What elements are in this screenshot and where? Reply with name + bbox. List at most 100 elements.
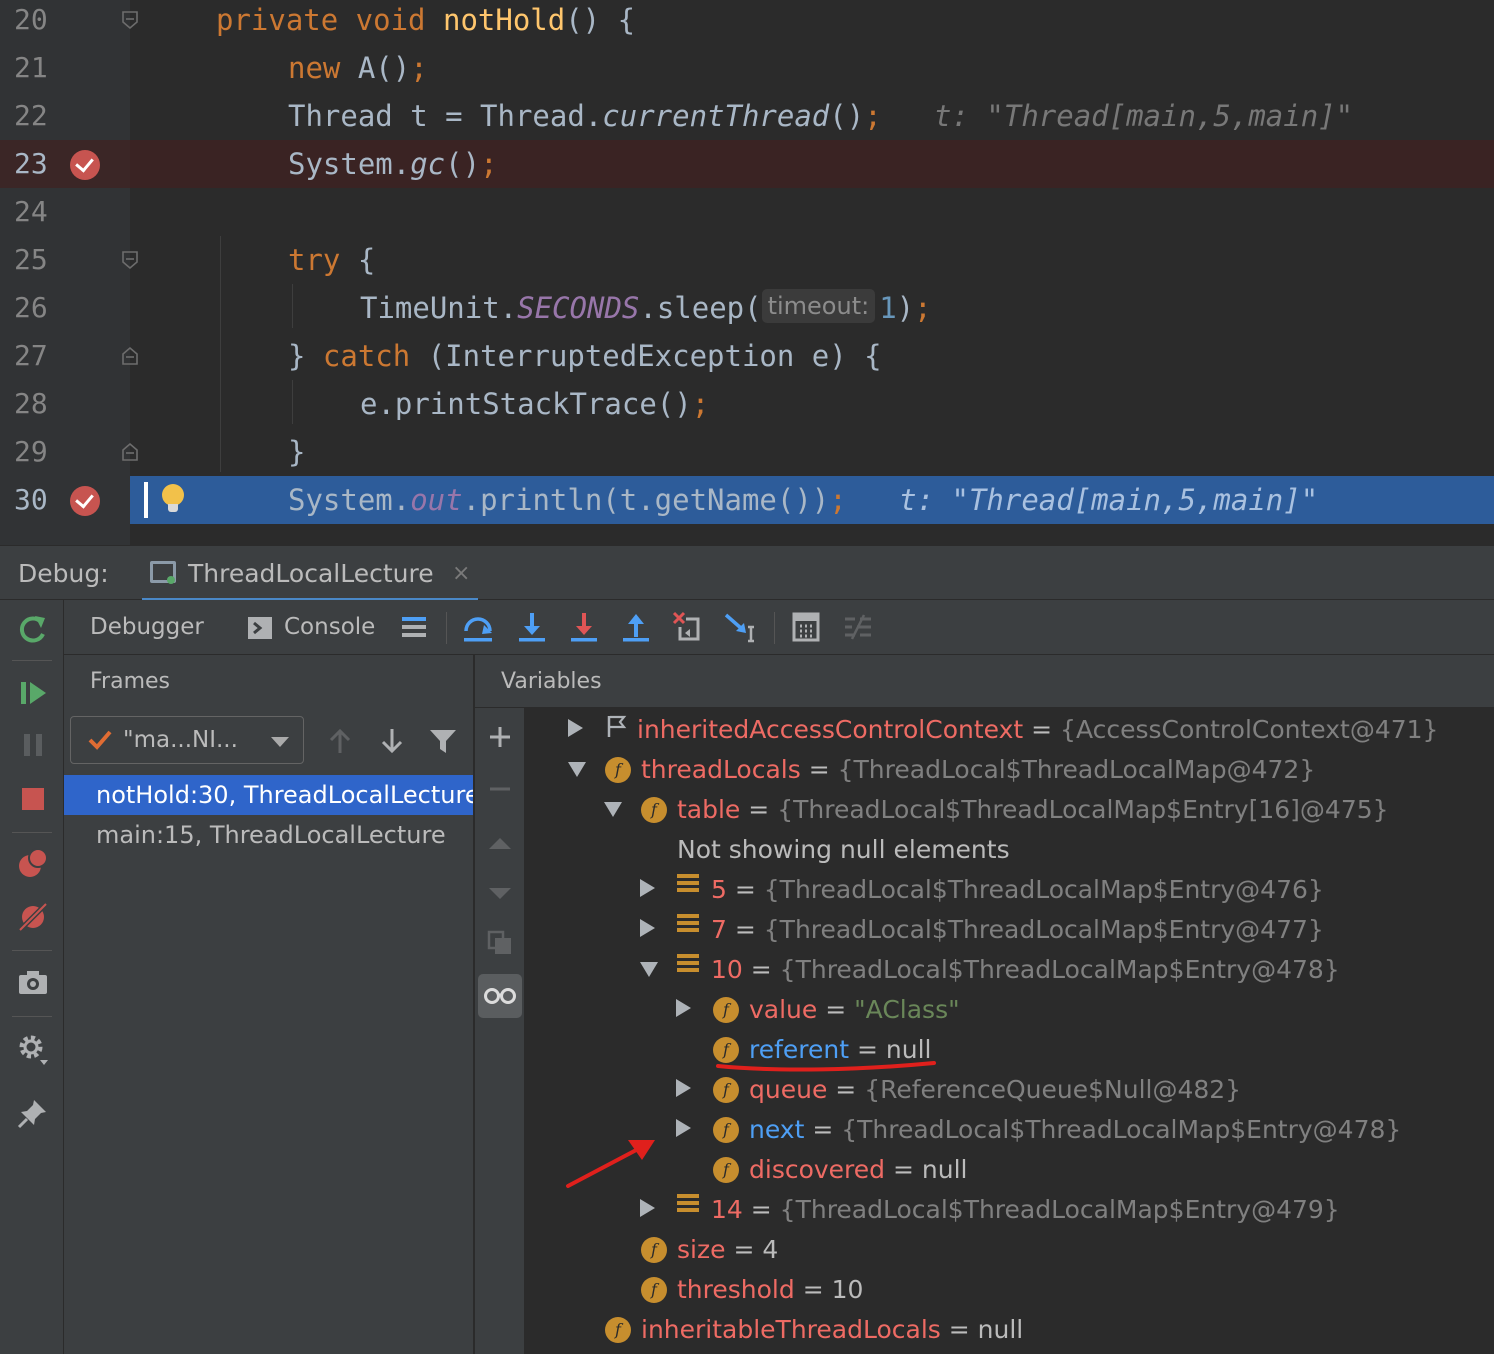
expand-arrow-icon[interactable] xyxy=(640,1199,655,1217)
code-line-breakpoint[interactable]: 23 System.gc(); xyxy=(0,140,1494,188)
code-line-current-execution[interactable]: 30 System.out.println(t.getName()); t: "… xyxy=(0,476,1494,524)
view-breakpoints-icon[interactable] xyxy=(14,844,52,882)
next-frame-arrow-icon[interactable] xyxy=(378,727,406,755)
variable-row[interactable]: 5 = {ThreadLocal$ThreadLocalMap$Entry@47… xyxy=(640,870,1324,910)
variable-row[interactable]: 10 = {ThreadLocal$ThreadLocalMap$Entry@4… xyxy=(640,950,1340,990)
code-text: new A(); xyxy=(288,51,428,85)
collapse-arrow-icon[interactable] xyxy=(604,802,622,817)
variable-row[interactable]: f value = "AClass" xyxy=(676,990,960,1030)
step-over-icon[interactable] xyxy=(460,609,496,645)
line-number: 20 xyxy=(14,3,48,36)
filter-icon[interactable] xyxy=(428,727,458,755)
variable-row[interactable]: 14 = {ThreadLocal$ThreadLocalMap$Entry@4… xyxy=(640,1190,1340,1230)
expand-arrow-icon[interactable] xyxy=(568,719,583,737)
array-element-icon xyxy=(677,1194,699,1216)
expand-arrow-icon[interactable] xyxy=(640,879,655,897)
tab-debugger[interactable]: Debugger xyxy=(64,600,222,659)
code-line[interactable]: 21 new A(); xyxy=(0,44,1494,92)
rerun-icon[interactable] xyxy=(14,610,52,648)
expand-arrow-icon[interactable] xyxy=(676,1079,691,1097)
code-line[interactable]: 28 e.printStackTrace(); xyxy=(0,380,1494,428)
force-step-into-icon[interactable] xyxy=(566,609,602,645)
variable-row[interactable]: f threshold = 10 xyxy=(641,1270,863,1310)
variable-row[interactable]: 7 = {ThreadLocal$ThreadLocalMap$Entry@47… xyxy=(640,910,1324,950)
code-line[interactable]: 29 } xyxy=(0,428,1494,476)
run-to-cursor-icon[interactable] xyxy=(722,609,758,645)
code-line[interactable]: 22 Thread t = Thread.currentThread(); t:… xyxy=(0,92,1494,140)
drop-frame-icon[interactable] xyxy=(670,609,706,645)
evaluate-expression-icon[interactable] xyxy=(788,609,824,645)
code-line[interactable]: 26 TimeUnit.SECONDS.sleep(timeout: 1); xyxy=(0,284,1494,332)
move-down-icon[interactable] xyxy=(487,880,513,906)
variable-name: value xyxy=(749,995,818,1024)
previous-frame-arrow-icon[interactable] xyxy=(326,727,354,755)
thread-selector[interactable]: "ma...NI... xyxy=(70,716,304,764)
frame-item[interactable]: main:15, ThreadLocalLecture xyxy=(64,815,473,855)
add-watch-icon[interactable] xyxy=(487,724,513,750)
fold-icon[interactable] xyxy=(120,346,140,366)
variable-row[interactable]: f table = {ThreadLocal$ThreadLocalMap$Ent… xyxy=(604,790,1389,830)
variable-row[interactable]: f inheritableThreadLocals = null xyxy=(605,1310,1023,1350)
console-icon xyxy=(248,617,272,639)
field-icon: f xyxy=(713,1157,739,1183)
expand-arrow-icon[interactable] xyxy=(640,919,655,937)
flag-icon xyxy=(607,715,627,737)
line-number: 24 xyxy=(14,195,48,228)
collapse-arrow-icon[interactable] xyxy=(568,762,586,777)
show-execution-point-icon[interactable] xyxy=(396,609,432,645)
variable-value: "AClass" xyxy=(854,995,960,1024)
duplicate-watch-icon[interactable] xyxy=(487,930,513,956)
pause-icon[interactable] xyxy=(14,726,52,764)
variable-name: threshold xyxy=(677,1275,795,1304)
indent-guide xyxy=(220,236,221,472)
field-icon: f xyxy=(641,1277,667,1303)
move-up-icon[interactable] xyxy=(487,830,513,856)
resume-icon[interactable] xyxy=(14,674,52,712)
settings-icon[interactable] xyxy=(14,1030,52,1068)
breakpoint-icon[interactable] xyxy=(70,150,100,180)
camera-icon[interactable] xyxy=(14,964,52,1002)
indent-guide xyxy=(292,380,293,424)
mute-breakpoints-icon[interactable] xyxy=(14,898,52,936)
show-watches-toggle[interactable] xyxy=(478,974,522,1018)
fold-icon[interactable] xyxy=(120,442,140,462)
collapse-arrow-icon[interactable] xyxy=(640,962,658,977)
step-out-icon[interactable] xyxy=(618,609,654,645)
step-into-icon[interactable] xyxy=(514,609,550,645)
code-text: } catch (InterruptedException e) { xyxy=(288,339,882,373)
variable-row[interactable]: f size = 4 xyxy=(641,1230,778,1270)
stop-icon[interactable] xyxy=(14,780,52,818)
frames-panel: Frames "ma...NI... notHold:30, ThreadLoc… xyxy=(64,655,474,1354)
session-tab[interactable]: ThreadLocalLecture × xyxy=(142,546,478,601)
close-icon[interactable]: × xyxy=(452,546,470,601)
session-tab-label: ThreadLocalLecture xyxy=(188,559,434,588)
fold-icon[interactable] xyxy=(120,10,140,30)
variable-row[interactable]: f next = {ThreadLocal$ThreadLocalMap$Entr… xyxy=(676,1110,1401,1150)
line-number: 22 xyxy=(14,99,48,132)
expand-arrow-icon[interactable] xyxy=(676,999,691,1017)
code-line[interactable]: 20 private void notHold() { xyxy=(0,0,1494,44)
code-line[interactable]: 27 } catch (InterruptedException e) { xyxy=(0,332,1494,380)
code-line[interactable]: 25 try { xyxy=(0,236,1494,284)
trace-current-stream-icon[interactable] xyxy=(840,609,876,645)
line-number: 21 xyxy=(14,51,48,84)
array-element-icon xyxy=(677,914,699,936)
variables-title: Variables xyxy=(501,669,602,694)
field-icon: f xyxy=(641,797,667,823)
breakpoint-icon[interactable] xyxy=(70,486,100,516)
pin-icon[interactable] xyxy=(14,1094,52,1132)
variables-tree[interactable]: inheritedAccessControlContext = {AccessC… xyxy=(526,708,1494,1354)
code-line[interactable]: 24 xyxy=(0,188,1494,236)
fold-icon[interactable] xyxy=(120,250,140,270)
code-editor[interactable]: 20 private void notHold() { 21 new A(); … xyxy=(0,0,1494,545)
expand-arrow-icon[interactable] xyxy=(676,1119,691,1137)
variable-row[interactable]: f referent = null xyxy=(713,1030,932,1070)
variable-row[interactable]: f queue = {ReferenceQueue$Null@482} xyxy=(676,1070,1241,1110)
variable-row[interactable]: inheritedAccessControlContext = {AccessC… xyxy=(568,710,1438,750)
frame-item[interactable]: notHold:30, ThreadLocalLecture xyxy=(64,775,473,815)
lightbulb-icon[interactable] xyxy=(162,484,184,512)
variable-row[interactable]: f threadLocals = {ThreadLocal$ThreadLocal… xyxy=(568,750,1315,790)
variable-row[interactable]: f discovered = null xyxy=(713,1150,968,1190)
tab-console[interactable]: Console xyxy=(284,600,375,655)
remove-watch-icon[interactable] xyxy=(487,776,513,802)
